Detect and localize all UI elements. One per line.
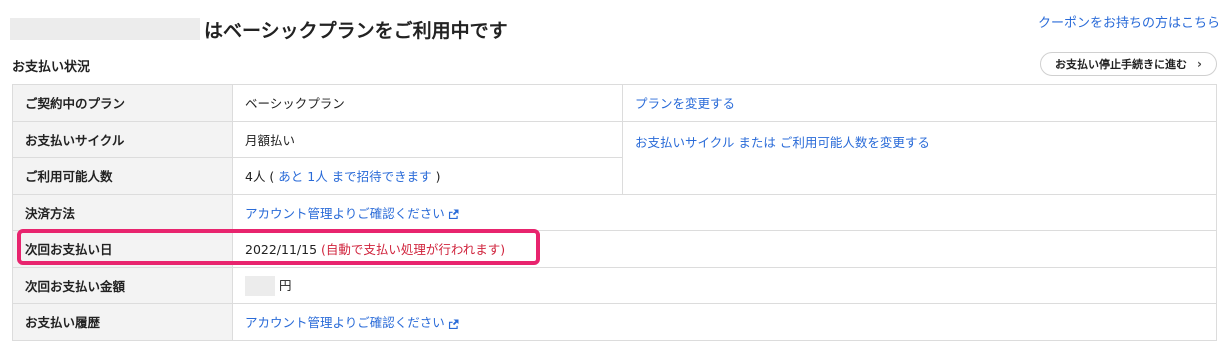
table-row: 次回お支払い日 2022/11/15 (自動で支払い処理が行われます) <box>12 230 1217 268</box>
stop-payment-label: お支払い停止手続きに進む <box>1055 58 1188 71</box>
row-label-seats: ご利用可能人数 <box>12 157 233 195</box>
payment-history-label: アカウント管理よりご確認ください <box>245 315 445 331</box>
account-management-label: アカウント管理よりご確認ください <box>245 205 445 221</box>
row-label-method: 決済方法 <box>12 193 233 231</box>
invite-link[interactable]: あと 1人 まで招待できます <box>278 169 431 184</box>
external-link-icon <box>448 209 459 220</box>
table-row: ご契約中のプラン ベーシックプラン プランを変更する <box>12 84 1217 122</box>
coupon-link[interactable]: クーポンをお持ちの方はこちら <box>1038 12 1220 31</box>
row-value-next-amount: 円 <box>232 266 1217 304</box>
row-value-next-date: 2022/11/15 (自動で支払い処理が行われます) <box>232 230 1217 268</box>
amount-unit: 円 <box>279 277 292 293</box>
next-payment-date: 2022/11/15 <box>245 242 318 258</box>
row-label-history: お支払い履歴 <box>12 303 233 341</box>
section-title: お支払い状況 <box>12 60 91 75</box>
table-row: お支払い履歴 アカウント管理よりご確認ください <box>12 303 1217 341</box>
row-value-method: アカウント管理よりご確認ください <box>232 193 1217 231</box>
auto-payment-note: (自動で支払い処理が行われます) <box>321 242 506 258</box>
row-label-next-amount: 次回お支払い金額 <box>12 266 233 304</box>
table-row: 決済方法 アカウント管理よりご確認ください <box>12 193 1217 231</box>
row-label-plan: ご契約中のプラン <box>12 84 233 122</box>
row-value-cycle: 月額払い <box>232 120 623 158</box>
change-plan-link[interactable]: プランを変更する <box>635 96 735 111</box>
table-row: 次回お支払い金額 円 <box>12 266 1217 304</box>
seats-count: 4人 ( <box>245 169 279 185</box>
row-label-next-date: 次回お支払い日 <box>12 230 233 268</box>
row-action-plan: プランを変更する <box>622 84 1217 122</box>
row-value-plan: ベーシックプラン <box>232 84 623 122</box>
stop-payment-button[interactable]: お支払い停止手続きに進む › <box>1040 52 1217 76</box>
page-header: はベーシックプランをご利用中です クーポンをお持ちの方はこちら <box>10 12 1220 42</box>
row-action-cycle: お支払いサイクル または ご利用可能人数を変更する <box>622 120 1217 195</box>
row-label-cycle: お支払いサイクル <box>12 120 233 158</box>
table-row: お支払いサイクル 月額払い お支払いサイクル または ご利用可能人数を変更する <box>12 120 1217 195</box>
plan-status-title: はベーシックプランをご利用中です <box>204 20 508 42</box>
account-management-link[interactable]: アカウント管理よりご確認ください <box>245 206 459 221</box>
redacted-amount <box>245 276 275 296</box>
row-value-seats: 4人 ( あと 1人 まで招待できます ) <box>232 157 623 195</box>
redacted-account-name <box>10 18 200 40</box>
row-value-history: アカウント管理よりご確認ください <box>232 303 1217 341</box>
payment-status-table: ご契約中のプラン ベーシックプラン プランを変更する お支払いサイクル 月額払い… <box>12 84 1217 341</box>
payment-history-link[interactable]: アカウント管理よりご確認ください <box>245 315 459 330</box>
change-cycle-link[interactable]: お支払いサイクル または ご利用可能人数を変更する <box>635 135 930 150</box>
seats-suffix: ) <box>431 169 441 185</box>
chevron-right-icon: › <box>1197 57 1202 71</box>
external-link-icon <box>448 319 459 329</box>
